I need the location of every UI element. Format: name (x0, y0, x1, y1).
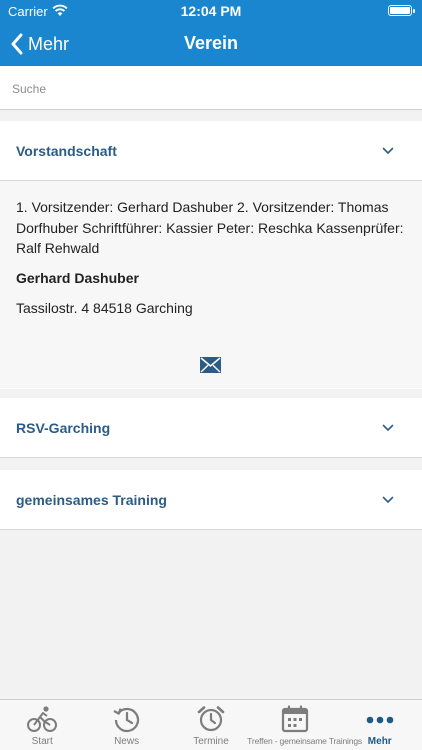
status-bar: Carrier 12:04 PM (0, 0, 422, 22)
section-gemeinsames-training: gemeinsames Training (0, 470, 422, 530)
header: Carrier 12:04 PM Mehr Verein (0, 0, 422, 66)
history-icon (113, 707, 139, 733)
tab-label: Treffen - gemeinsame Trainings (247, 736, 363, 746)
tab-label: Mehr (367, 736, 392, 747)
battery-icon (388, 5, 415, 16)
tab-mehr[interactable]: Mehr (338, 700, 422, 750)
mail-icon[interactable] (200, 357, 221, 373)
tab-bar: Start News Termine Treffen - gemeinsame … (0, 699, 422, 750)
section-content: 1. Vorsitzender: Gerhard Dashuber 2. Vor… (0, 181, 422, 388)
bicycle-icon (27, 706, 58, 732)
section-title: RSV-Garching (16, 420, 111, 436)
tab-label: Start (31, 736, 53, 747)
chevron-down-icon (382, 147, 394, 155)
tab-label: Termine (193, 736, 229, 747)
tab-news[interactable]: News (84, 700, 168, 750)
page-title: Verein (183, 33, 239, 53)
search-bar (0, 66, 422, 110)
chevron-down-icon (382, 496, 394, 504)
tab-start[interactable]: Start (0, 700, 84, 750)
contact-address: Tassilostr. 4 84518 Garching (16, 299, 193, 316)
section-header-rsv-garching[interactable]: RSV-Garching (0, 398, 422, 458)
section-rsv-garching: RSV-Garching (0, 398, 422, 458)
navigation-bar: Mehr Verein (0, 22, 422, 66)
section-header-vorstandschaft[interactable]: Vorstandschaft (0, 121, 422, 181)
tab-treffen[interactable]: Treffen - gemeinsame Trainings (247, 700, 362, 750)
calendar-icon (282, 705, 309, 733)
clock: 12:04 PM (180, 3, 242, 19)
section-header-gemeinsames-training[interactable]: gemeinsames Training (0, 470, 422, 530)
section-title: Vorstandschaft (16, 143, 117, 159)
tab-termine[interactable]: Termine (169, 700, 253, 750)
board-description: 1. Vorsitzender: Gerhard Dashuber 2. Vor… (16, 199, 404, 256)
alarm-clock-icon (197, 706, 225, 732)
search-input[interactable] (12, 80, 412, 98)
more-dots-icon (366, 716, 394, 724)
chevron-down-icon (382, 424, 394, 432)
section-title: gemeinsames Training (16, 492, 167, 508)
contact-name: Gerhard Dashuber (16, 269, 139, 286)
section-vorstandschaft: Vorstandschaft 1. Vorsitzender: Gerhard … (0, 121, 422, 389)
tab-label: News (114, 736, 140, 747)
